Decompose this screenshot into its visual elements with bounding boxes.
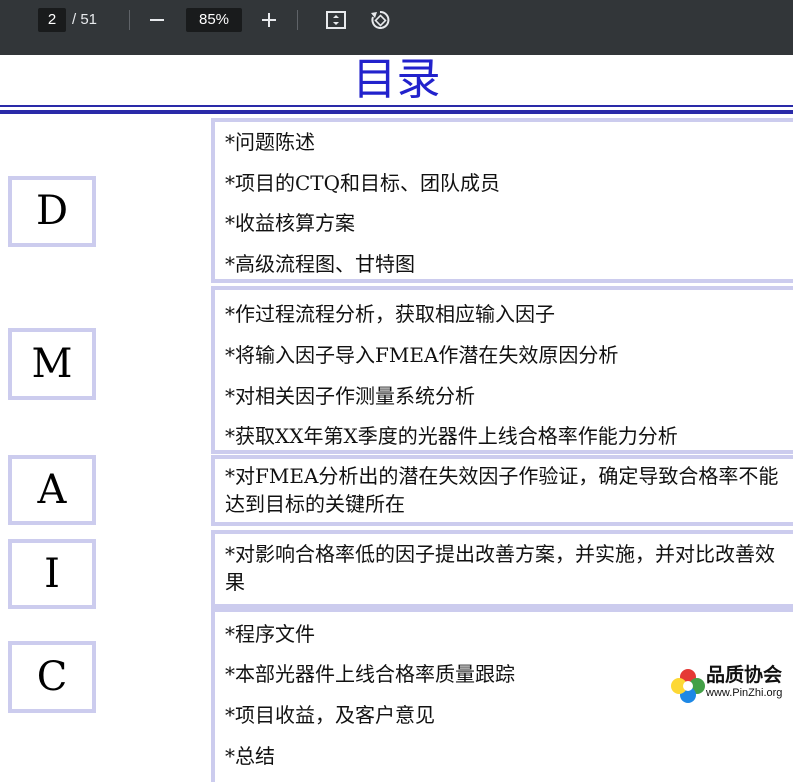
page-total: / 51	[72, 11, 98, 28]
phase-box-i: *对影响合格率低的因子提出改善方案，并实施，并对比改善效果	[211, 530, 793, 608]
phase-letter-c: C	[8, 641, 96, 713]
list-item: *对影响合格率低的因子提出改善方案，并实施，并对比改善效果	[225, 542, 775, 594]
phase-letter-i: I	[8, 539, 96, 609]
zoom-in-button[interactable]	[255, 6, 283, 34]
fit-page-icon	[326, 11, 346, 29]
list-item: *作过程流程分析，获取相应输入因子	[225, 302, 555, 326]
list-item: *将输入因子导入FMEA作潜在失效原因分析	[225, 343, 619, 367]
page-title: 目录	[352, 54, 441, 105]
rotate-icon	[371, 10, 390, 29]
rotate-button[interactable]	[366, 6, 394, 34]
pdf-toolbar: 2 / 51 85%	[0, 0, 793, 55]
list-item: *高级流程图、甘特图	[225, 252, 415, 276]
page-number-input[interactable]: 2	[38, 8, 66, 32]
watermark-url: www.PinZhi.org	[706, 687, 783, 699]
phase-box-d: *问题陈述 *项目的CTQ和目标、团队成员 *收益核算方案 *高级流程图、甘特图	[211, 118, 793, 283]
pinzhi-watermark-logo: 品质协会 www.PinZhi.org	[668, 660, 793, 710]
list-item: *程序文件	[225, 622, 315, 646]
list-item: *收益核算方案	[225, 211, 355, 235]
phase-letter-a: A	[8, 455, 96, 525]
plus-icon	[262, 13, 276, 27]
zoom-level-input[interactable]: 85%	[186, 8, 242, 32]
phase-letter-d: D	[8, 176, 96, 247]
list-item: *项目收益，及客户意见	[225, 703, 435, 727]
watermark-name: 品质协会	[706, 664, 783, 686]
title-rule-thick	[0, 110, 793, 114]
phase-box-m: *作过程流程分析，获取相应输入因子 *将输入因子导入FMEA作潜在失效原因分析 …	[211, 286, 793, 454]
list-item: *对FMEA分析出的潜在失效因子作验证，确定导致合格率不能达到目标的关键所在	[225, 464, 779, 516]
list-item: *对相关因子作测量系统分析	[225, 384, 475, 408]
pdf-page: 目录 D *问题陈述 *项目的CTQ和目标、团队成员 *收益核算方案 *高级流程…	[0, 54, 793, 782]
list-item: *总结	[225, 744, 275, 768]
list-item: *项目的CTQ和目标、团队成员	[225, 171, 501, 195]
toolbar-divider	[297, 10, 298, 30]
phase-letter-m: M	[8, 328, 96, 400]
zoom-out-button[interactable]	[143, 6, 171, 34]
list-item: *问题陈述	[225, 130, 315, 154]
title-rule	[0, 105, 793, 107]
minus-icon	[150, 19, 164, 21]
toolbar-divider	[129, 10, 130, 30]
flower-logo-icon	[671, 669, 705, 703]
list-item: *本部光器件上线合格率质量跟踪	[225, 662, 515, 686]
list-item: *获取XX年第X季度的光器件上线合格率作能力分析	[225, 424, 678, 448]
phase-box-a: *对FMEA分析出的潜在失效因子作验证，确定导致合格率不能达到目标的关键所在	[211, 455, 793, 526]
fit-page-button[interactable]	[322, 6, 350, 34]
